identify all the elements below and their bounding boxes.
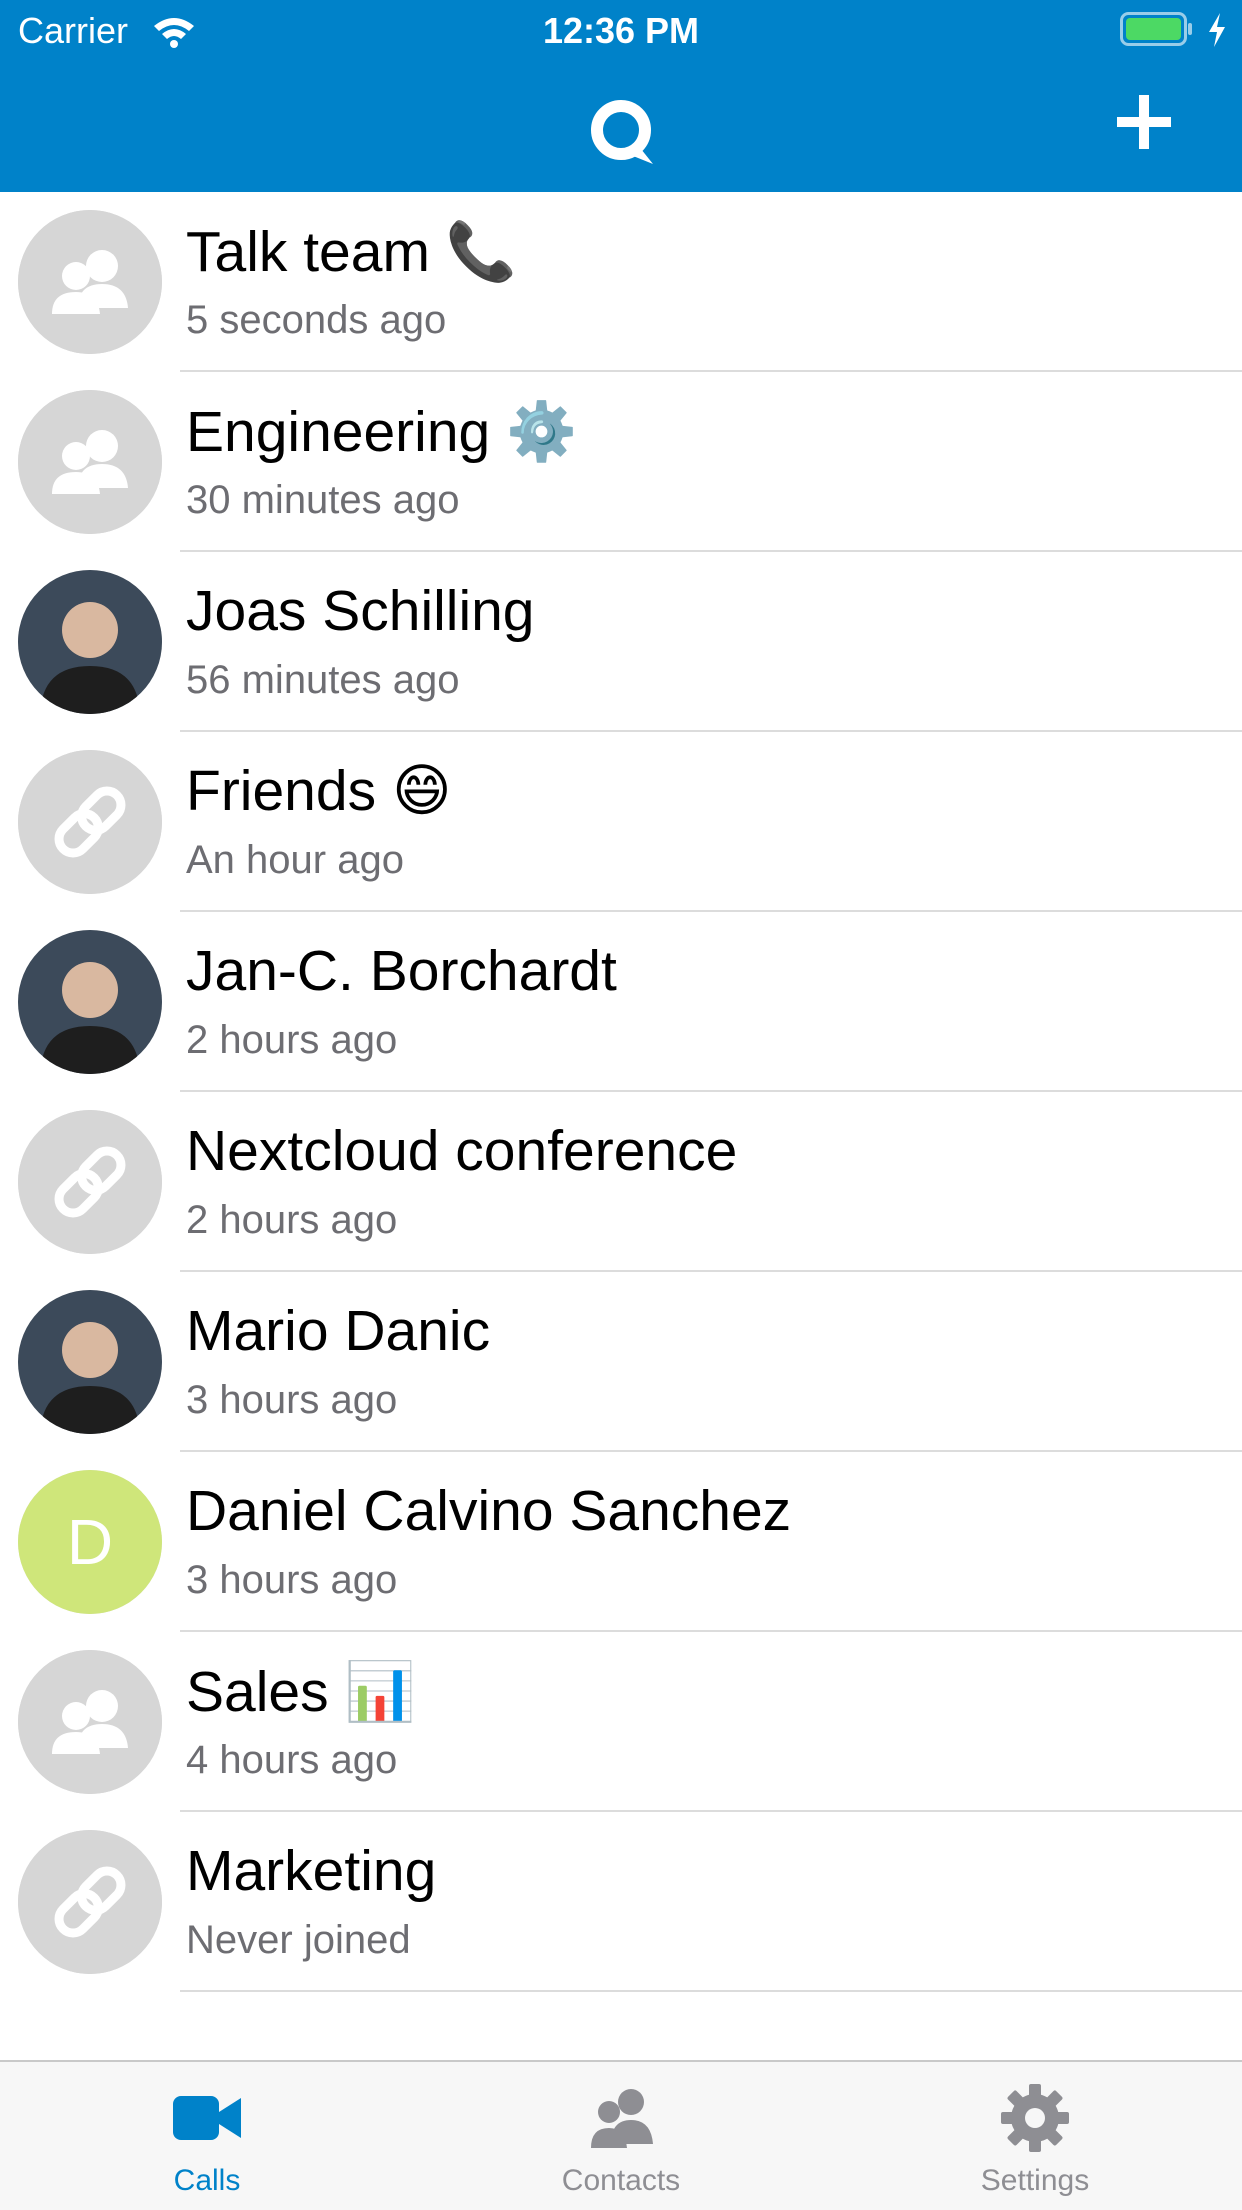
tab-settings[interactable]: Settings [828,2062,1242,2210]
tab-bar: Calls Contacts Settings [0,2060,1242,2210]
conversation-name: Friends [186,759,377,823]
link-icon [18,1110,162,1254]
conversation-title: Sales 📊 [186,1658,416,1725]
conversation-last-activity: Never joined [186,1918,411,1962]
link-icon [18,1830,162,1974]
conversation-title: Nextcloud conference [186,1118,737,1184]
conversation-row[interactable]: Friends 😄 An hour ago [0,732,1242,912]
conversation-last-activity: 56 minutes ago [186,658,460,702]
avatar [18,1290,162,1434]
conversation-last-activity: 2 hours ago [186,1018,398,1062]
avatar [18,570,162,714]
video-camera-icon [173,2096,241,2140]
conversation-row[interactable]: Mario Danic 3 hours ago [0,1272,1242,1452]
conversation-row[interactable]: Marketing Never joined [0,1812,1242,1992]
tab-settings-label: Settings [980,2164,1090,2197]
contacts-icon [591,2089,653,2148]
row-separator [180,1990,1242,1992]
conversation-emoji: 📊 [344,1660,416,1724]
new-conversation-button[interactable] [1114,92,1174,152]
conversation-emoji: ⚙️ [506,400,578,464]
conversation-last-activity: 4 hours ago [186,1738,398,1782]
conversation-row[interactable]: Joas Schilling 56 minutes ago [0,552,1242,732]
conversation-row[interactable]: Nextcloud conference 2 hours ago [0,1092,1242,1272]
conversation-list: Talk team 📞 5 seconds ago Engineering ⚙️ 30 m… [0,192,1242,1992]
conversation-name: Nextcloud conference [186,1119,738,1183]
avatar-letter: D [66,1506,114,1578]
tab-contacts-label: Contacts [561,2164,681,2197]
gear-icon [1001,2084,1069,2152]
talk-logo-icon [591,100,653,164]
charging-bolt-icon [1209,13,1225,47]
conversation-name: Engineering [186,400,491,464]
tab-calls-label: Calls [173,2164,241,2197]
conversation-name: Sales [186,1660,329,1724]
battery-icon [1120,12,1192,46]
conversation-row[interactable]: Sales 📊 4 hours ago [0,1632,1242,1812]
avatar [18,930,162,1074]
conversation-name: Jan-C. Borchardt [186,939,617,1003]
conversation-last-activity: 3 hours ago [186,1378,398,1422]
conversation-title: Joas Schilling [186,578,535,644]
conversation-name: Talk team [186,220,430,284]
conversation-emoji: 📞 [445,220,517,284]
conversation-name: Joas Schilling [186,579,535,643]
conversation-title: Talk team 📞 [186,218,517,285]
link-icon [18,750,162,894]
conversation-title: Daniel Calvino Sanchez [186,1478,791,1544]
conversation-row[interactable]: Engineering ⚙️ 30 minutes ago [0,372,1242,552]
group-icon [18,1650,162,1794]
app-header: Carrier 12:36 PM [0,0,1242,192]
conversation-row[interactable]: D Daniel Calvino Sanchez 3 hours ago [0,1452,1242,1632]
group-icon [18,390,162,534]
status-bar: Carrier 12:36 PM [0,0,1242,60]
tab-calls[interactable]: Calls [0,2062,414,2210]
conversation-name: Daniel Calvino Sanchez [186,1479,792,1543]
conversation-last-activity: 2 hours ago [186,1198,398,1242]
conversation-row[interactable]: Talk team 📞 5 seconds ago [0,192,1242,372]
conversation-last-activity: 30 minutes ago [186,478,460,522]
conversation-title: Engineering ⚙️ [186,398,577,465]
conversation-row[interactable]: Jan-C. Borchardt 2 hours ago [0,912,1242,1092]
group-icon [18,210,162,354]
conversation-last-activity: An hour ago [186,838,404,882]
conversation-name: Marketing [186,1839,437,1903]
avatar: D [18,1470,162,1614]
conversation-name: Mario Danic [186,1299,491,1363]
conversation-emoji: 😄 [392,759,452,823]
conversation-title: Friends 😄 [186,758,452,824]
clock: 12:36 PM [542,10,700,51]
conversation-title: Jan-C. Borchardt [186,938,617,1004]
conversation-last-activity: 3 hours ago [186,1558,398,1602]
conversation-title: Mario Danic [186,1298,490,1364]
tab-contacts[interactable]: Contacts [414,2062,828,2210]
conversation-title: Marketing [186,1838,436,1904]
conversation-last-activity: 5 seconds ago [186,298,447,342]
